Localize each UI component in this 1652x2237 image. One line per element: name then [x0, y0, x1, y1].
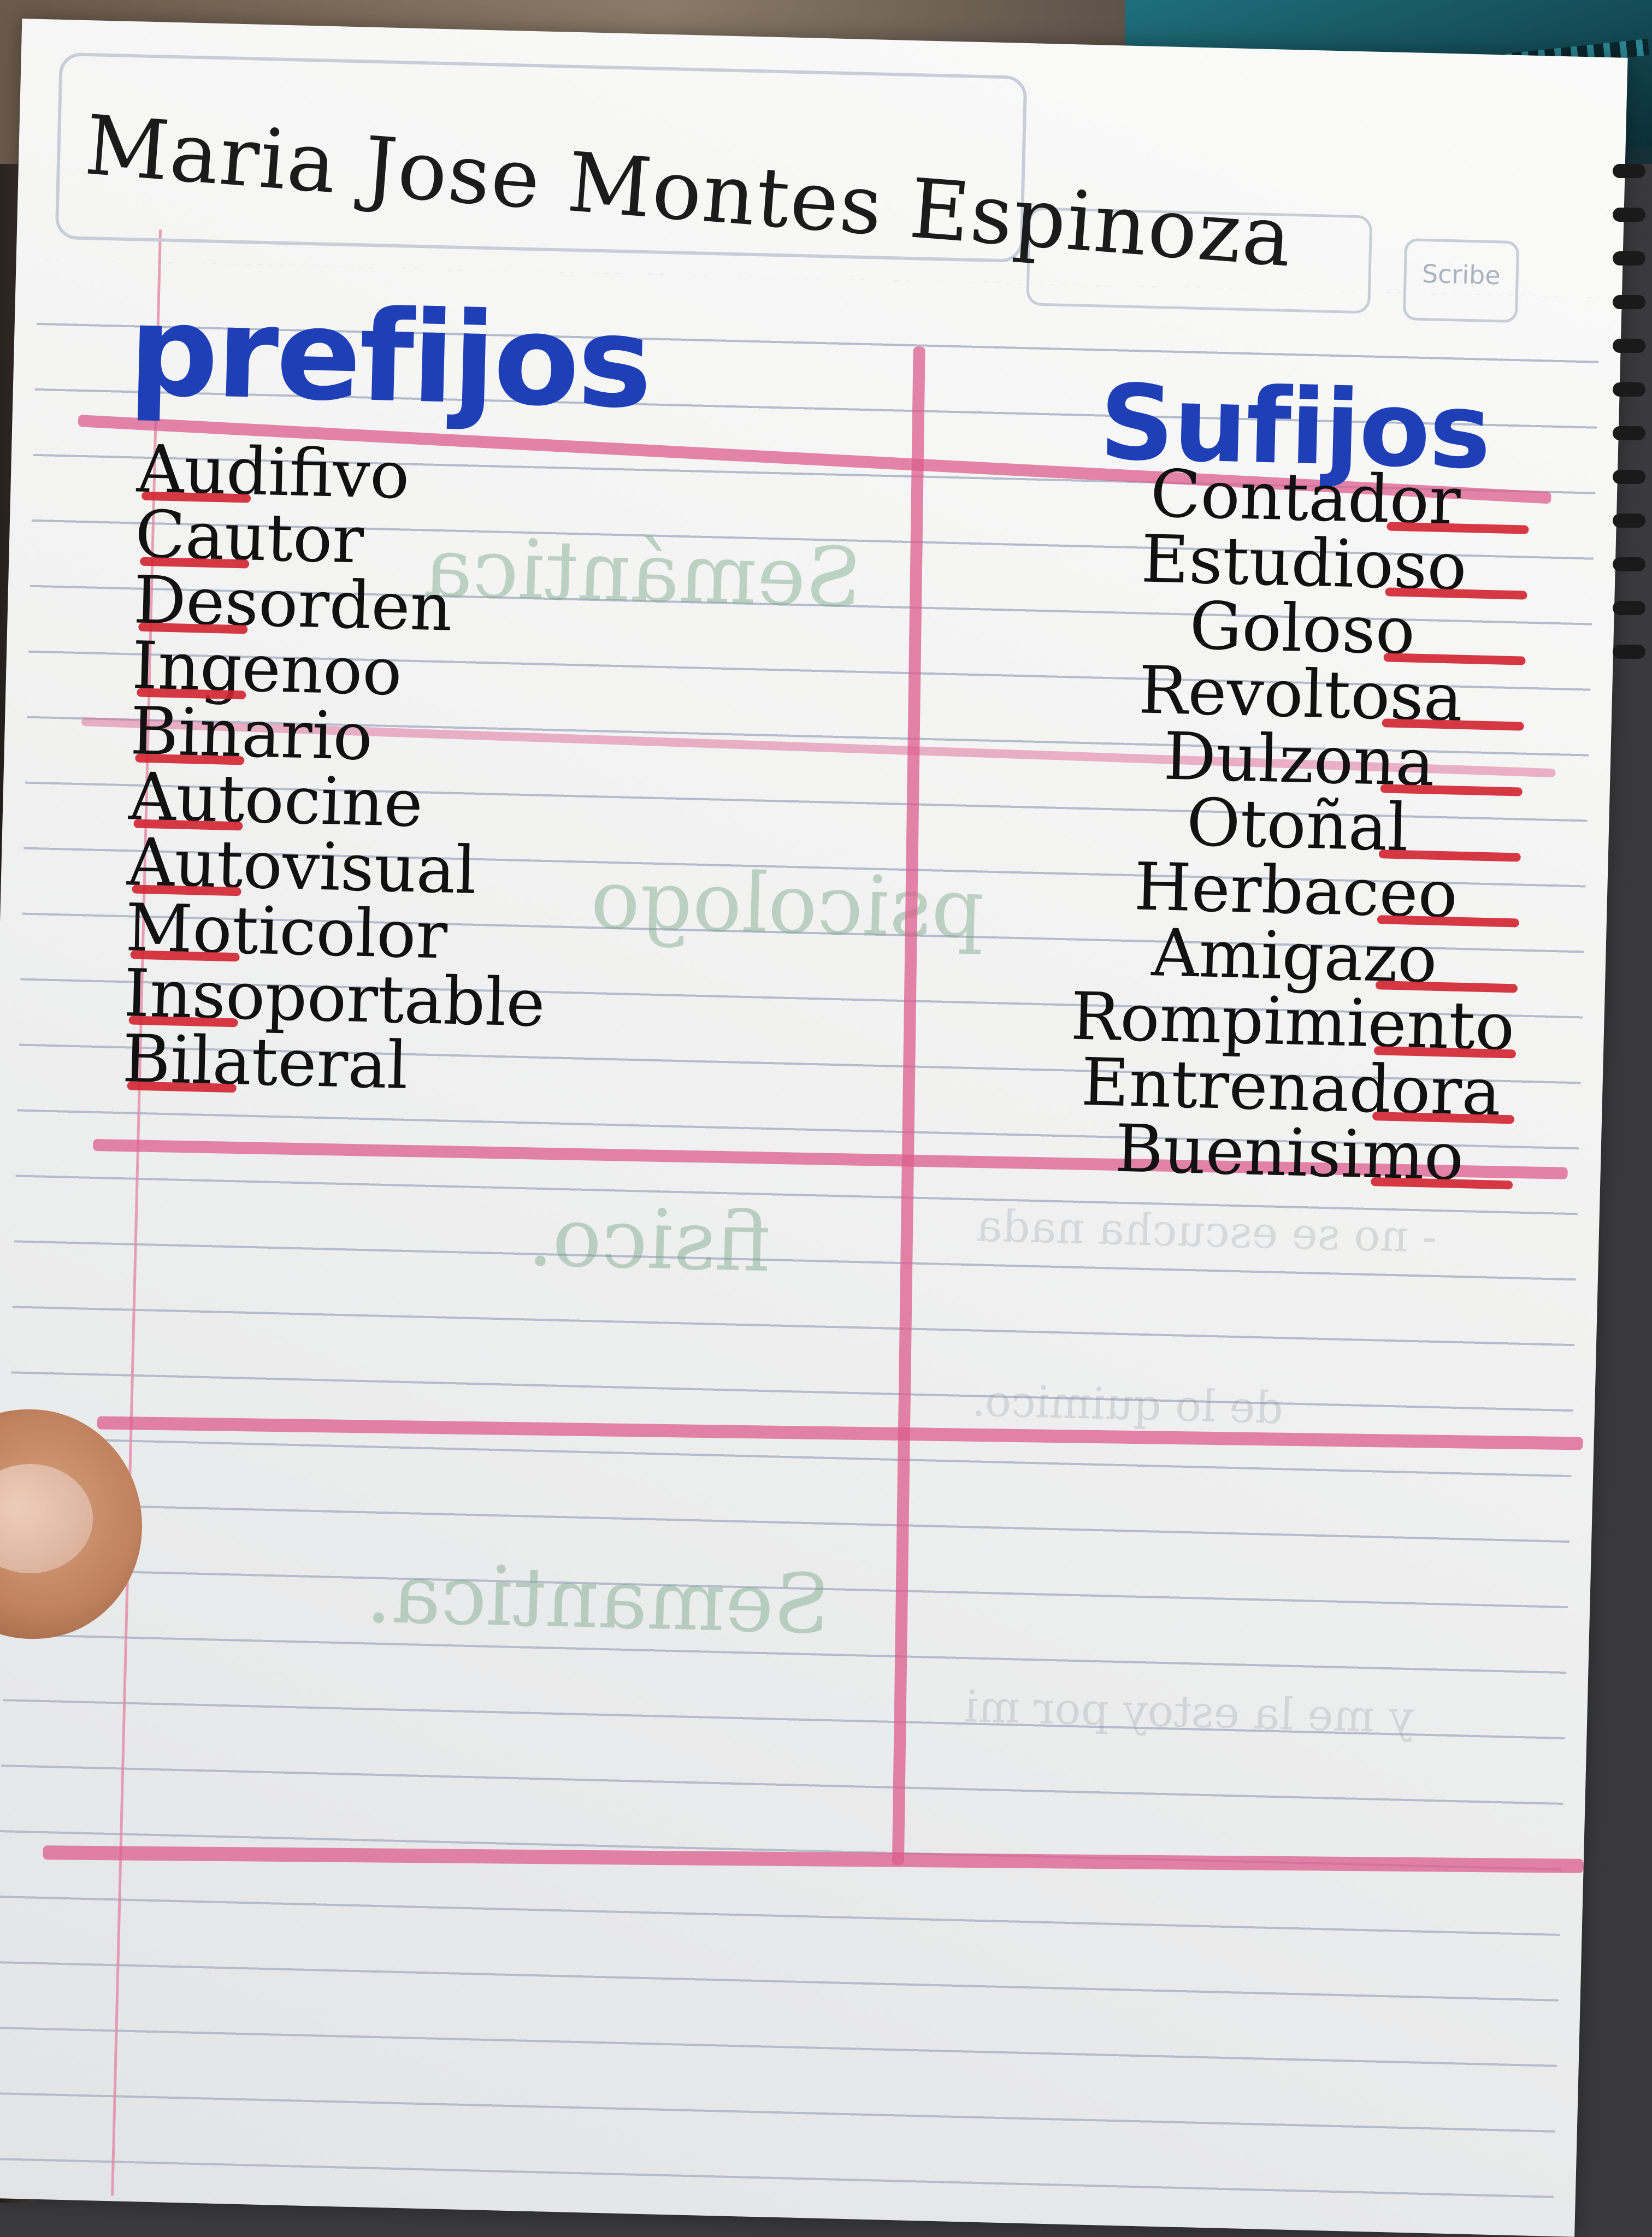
spiral-coil: [1613, 164, 1645, 178]
spiral-coil: [1613, 426, 1645, 440]
spiral-coil: [1613, 382, 1645, 397]
spiral-coil: [1613, 557, 1645, 571]
bleed-through-text: psicologo: [589, 852, 986, 957]
notebook-logo: Scribe: [1402, 238, 1520, 323]
prefijos-list: Audifivo Cautor Desorden Ingenoo Binario…: [121, 431, 558, 1104]
notebook-logo-icon: Scribe: [1421, 259, 1501, 290]
spiral-coil: [1613, 339, 1645, 353]
spiral-coil: [1613, 470, 1645, 484]
spiral-coil: [1613, 645, 1645, 659]
bleed-through-text: de lo quimico.: [971, 1375, 1284, 1434]
spiral-coil: [1613, 251, 1645, 265]
sufijo-word: Buenisimo: [1021, 1111, 1558, 1195]
notebook-page: Scribe Semántica psicologo fisico. Seman…: [0, 19, 1628, 2237]
svg-text:Scribe: Scribe: [1421, 259, 1501, 290]
spiral-coil: [1613, 601, 1645, 615]
sufijos-list: Contador Estudioso Goloso Revoltosa Dulz…: [1021, 456, 1574, 1195]
spiral-coil: [1613, 513, 1645, 528]
bleed-through-text: Semantica.: [365, 1546, 831, 1653]
spiral-coil: [1613, 295, 1645, 309]
spiral-coil: [1613, 208, 1645, 222]
spiral-binding: [1601, 147, 1652, 694]
bleed-through-text: fisico.: [527, 1189, 772, 1291]
prefijo-word: Bilateral: [121, 1021, 409, 1104]
prefijos-heading: prefijos: [127, 278, 652, 437]
